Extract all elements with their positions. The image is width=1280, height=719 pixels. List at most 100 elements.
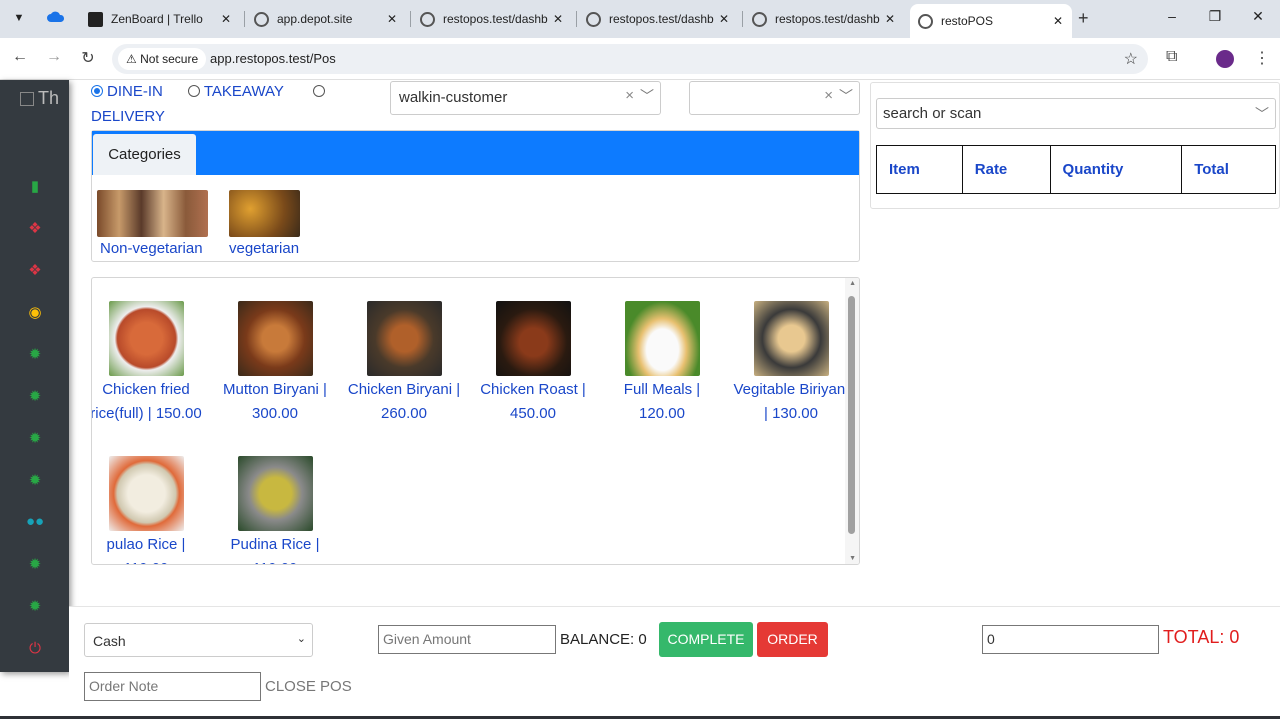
product-search-select[interactable]: search or scan ﹀	[876, 98, 1276, 129]
bookmark-star-icon[interactable]: ☆	[1124, 49, 1138, 69]
product-name: Mutton Biryani | 300.00	[223, 381, 327, 422]
new-tab-icon[interactable]: +	[1078, 8, 1089, 29]
window-close-icon[interactable]: ✕	[1248, 8, 1268, 25]
product-card[interactable]: Mutton Biryani | 300.00	[215, 301, 335, 426]
browser-tab-active[interactable]: restoPOS ✕	[910, 4, 1072, 38]
reload-icon[interactable]: ↻	[78, 48, 98, 68]
product-card[interactable]: Chicken Biryani | 260.00	[344, 301, 464, 426]
browser-menu-icon[interactable]: ⋮	[1254, 48, 1270, 68]
tab-title: restopos.test/dashb	[443, 12, 548, 26]
categories-header: Categories	[92, 131, 859, 175]
cubes-icon[interactable]: ❖	[25, 261, 45, 281]
extensions-icon[interactable]: ⧉	[1166, 48, 1177, 66]
tab-close-icon[interactable]: ✕	[882, 12, 898, 26]
scroll-up-icon[interactable]: ▲	[849, 280, 856, 287]
customer-select[interactable]: walkin-customer × ﹀	[390, 81, 661, 115]
restore-icon[interactable]: ❐	[1205, 8, 1225, 25]
security-chip[interactable]: ⚠ Not secure	[118, 48, 207, 70]
complete-button[interactable]: COMPLETE	[659, 622, 753, 657]
product-card[interactable]: pulao Rice | 110.00	[92, 456, 206, 564]
product-name: Chicken Roast | 450.00	[480, 381, 586, 422]
gear-icon[interactable]: ✹	[25, 555, 45, 575]
takeaway-label[interactable]: TAKEAWAY	[204, 83, 284, 100]
cloud-icon[interactable]	[47, 11, 65, 23]
order-note-input[interactable]: Order Note	[84, 672, 261, 701]
browser-tab[interactable]: restopos.test/dashb ✕	[578, 4, 738, 34]
gear-icon[interactable]: ✹	[25, 429, 45, 449]
tab-categories[interactable]: Categories	[93, 134, 196, 175]
cart-panel: search or scan ﹀ Item Rate Quantity Tota…	[870, 82, 1280, 209]
tab-title: ZenBoard | Trello	[111, 12, 203, 26]
product-image	[237, 456, 313, 531]
gear-icon[interactable]: ✹	[25, 597, 45, 617]
scrollbar-thumb[interactable]	[848, 296, 855, 534]
chevron-down-icon[interactable]: ﹀	[1255, 104, 1269, 124]
order-button[interactable]: ORDER	[757, 622, 828, 657]
back-icon[interactable]: ←	[10, 48, 30, 66]
chevron-down-icon[interactable]: ﹀	[839, 86, 853, 106]
balance-text: BALANCE: 0	[560, 631, 647, 648]
chart-icon[interactable]: ▮	[25, 177, 45, 197]
browser-tab[interactable]: app.depot.site ✕	[246, 4, 406, 34]
dine-in-label[interactable]: DINE-IN	[107, 83, 163, 100]
chevron-down-icon[interactable]: ﹀	[640, 86, 654, 106]
takeaway-radio[interactable]	[187, 85, 200, 98]
products-scrollbar[interactable]: ▲ ▼	[845, 278, 859, 564]
given-amount-input[interactable]: Given Amount	[378, 625, 556, 654]
clear-icon[interactable]: ×	[625, 87, 634, 104]
payment-method-value: Cash	[93, 633, 126, 649]
tab-close-icon[interactable]: ✕	[384, 12, 400, 26]
delivery-label[interactable]: DELIVERY	[91, 108, 165, 125]
tab-search-chevron-icon[interactable]: ▼	[8, 7, 30, 29]
forward-icon[interactable]: →	[44, 48, 64, 66]
tab-close-icon[interactable]: ✕	[1050, 14, 1066, 28]
payment-method-select[interactable]: Cash ⌄	[84, 623, 313, 657]
tab-title: restopos.test/dashb	[775, 12, 880, 26]
globe-icon	[752, 11, 767, 27]
tab-close-icon[interactable]: ✕	[550, 12, 566, 26]
browser-tab[interactable]: ZenBoard | Trello ✕	[80, 4, 240, 34]
gear-icon[interactable]: ✹	[25, 471, 45, 491]
column-header-item: Item	[876, 145, 963, 194]
chevron-down-icon[interactable]: ⌄	[297, 632, 306, 645]
profile-avatar[interactable]	[1216, 50, 1234, 68]
tab-close-icon[interactable]: ✕	[716, 12, 732, 26]
browser-toolbar: ← → ↻ ⚠ Not secure app.restopos.test/Pos…	[0, 38, 1280, 80]
brand-text: Th	[38, 88, 60, 108]
cubes-icon[interactable]: ❖	[25, 219, 45, 239]
product-card[interactable]: Chicken Roast | 450.00	[473, 301, 593, 426]
address-bar[interactable]: ⚠ Not secure app.restopos.test/Pos ☆	[112, 44, 1148, 74]
close-pos-button[interactable]: CLOSE POS	[265, 678, 352, 695]
category-label[interactable]: vegetarian	[229, 240, 299, 257]
scroll-down-icon[interactable]: ▼	[849, 555, 856, 562]
compass-icon[interactable]: ◉	[25, 303, 45, 323]
product-image	[495, 301, 571, 376]
discount-input[interactable]: 0	[982, 625, 1159, 654]
clear-icon[interactable]: ×	[824, 87, 833, 104]
power-icon[interactable]: ⏻	[25, 639, 45, 659]
gear-icon[interactable]: ✹	[25, 387, 45, 407]
url-text[interactable]: app.restopos.test/Pos	[210, 51, 336, 66]
non-vegetarian-category-image[interactable]	[97, 190, 208, 237]
product-image	[108, 456, 184, 531]
sidebar-brand[interactable]: Th	[20, 88, 59, 109]
category-label[interactable]: Non-vegetarian	[100, 240, 203, 257]
product-card[interactable]: Chicken fried rice(full) | 150.00	[92, 301, 206, 426]
product-image	[624, 301, 700, 376]
product-card[interactable]: Vegitable Biriyani | 130.00	[731, 301, 851, 426]
browser-tab[interactable]: restopos.test/dashb ✕	[412, 4, 572, 34]
tab-close-icon[interactable]: ✕	[218, 12, 234, 26]
gear-icon[interactable]: ✹	[25, 345, 45, 365]
product-name: Chicken Biryani | 260.00	[347, 381, 461, 422]
dine-in-radio[interactable]	[91, 85, 103, 98]
product-card[interactable]: Pudina Rice | 110.00	[215, 456, 335, 564]
tab-title: app.depot.site	[277, 12, 353, 26]
table-select[interactable]: × ﹀	[689, 81, 860, 115]
vegetarian-category-image[interactable]	[229, 190, 300, 237]
product-card[interactable]: Full Meals | 120.00	[602, 301, 722, 426]
minimize-icon[interactable]: –	[1162, 8, 1182, 24]
users-icon[interactable]: ●●	[25, 512, 45, 532]
tab-separator	[244, 11, 245, 27]
delivery-radio[interactable]	[312, 85, 325, 98]
browser-tab[interactable]: restopos.test/dashb ✕	[744, 4, 904, 34]
